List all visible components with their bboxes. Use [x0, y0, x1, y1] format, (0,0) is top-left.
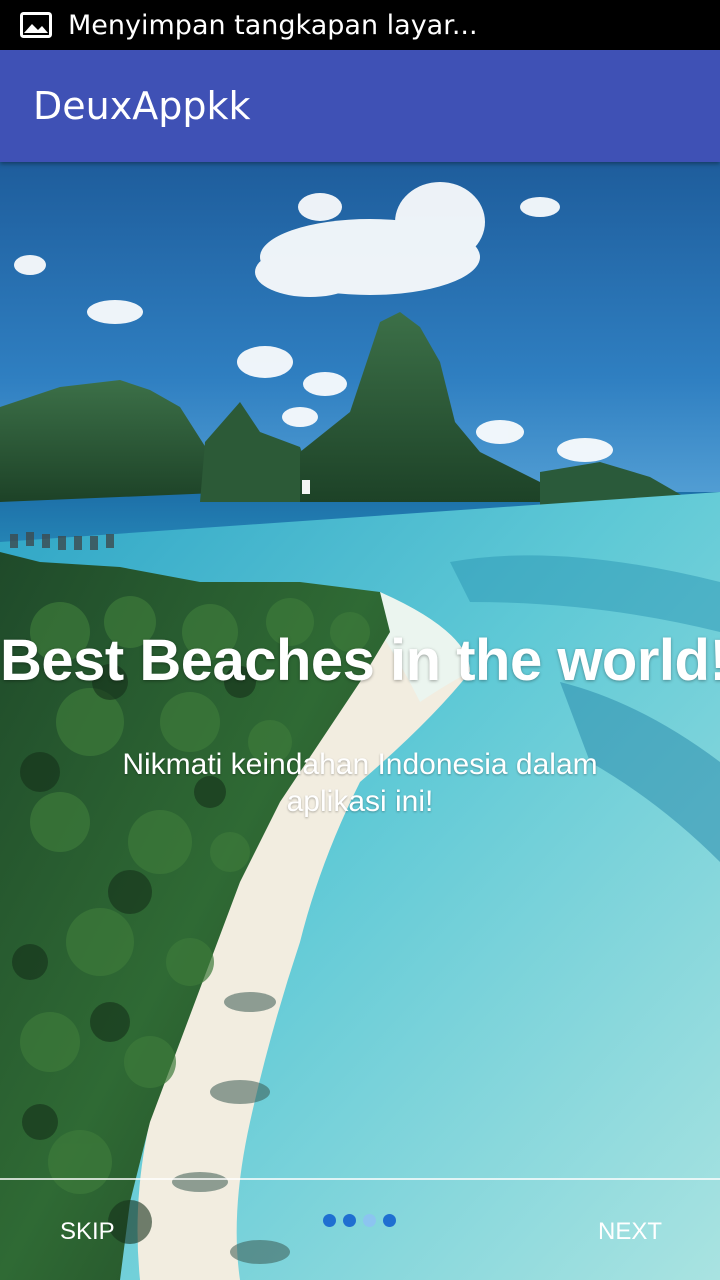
slide-title: Best Beaches in the world! — [0, 628, 720, 693]
page-dot-2 — [343, 1214, 356, 1227]
slide-content[interactable]: Best Beaches in the world! Nikmati keind… — [0, 162, 720, 1280]
slide-description: Nikmati keindahan Indonesia dalam aplika… — [122, 748, 598, 818]
app-title: DeuxAppkk — [33, 84, 251, 128]
page-dot-1 — [323, 1214, 336, 1227]
status-bar: Menyimpan tangkapan layar... — [0, 0, 720, 50]
skip-button[interactable]: SKIP — [60, 1212, 115, 1252]
page-dot-3 — [363, 1214, 376, 1227]
next-button[interactable]: NEXT — [598, 1212, 662, 1252]
page-dot-4 — [383, 1214, 396, 1227]
beach-island-photo — [0, 162, 720, 1280]
bottom-divider — [0, 1178, 720, 1180]
page-indicator — [323, 1214, 396, 1228]
onboarding-screen: Menyimpan tangkapan layar... DeuxAppkk B… — [0, 0, 720, 1280]
status-notification-text: Menyimpan tangkapan layar... — [68, 9, 478, 41]
app-bar: DeuxAppkk — [0, 50, 720, 162]
image-icon — [20, 12, 52, 38]
